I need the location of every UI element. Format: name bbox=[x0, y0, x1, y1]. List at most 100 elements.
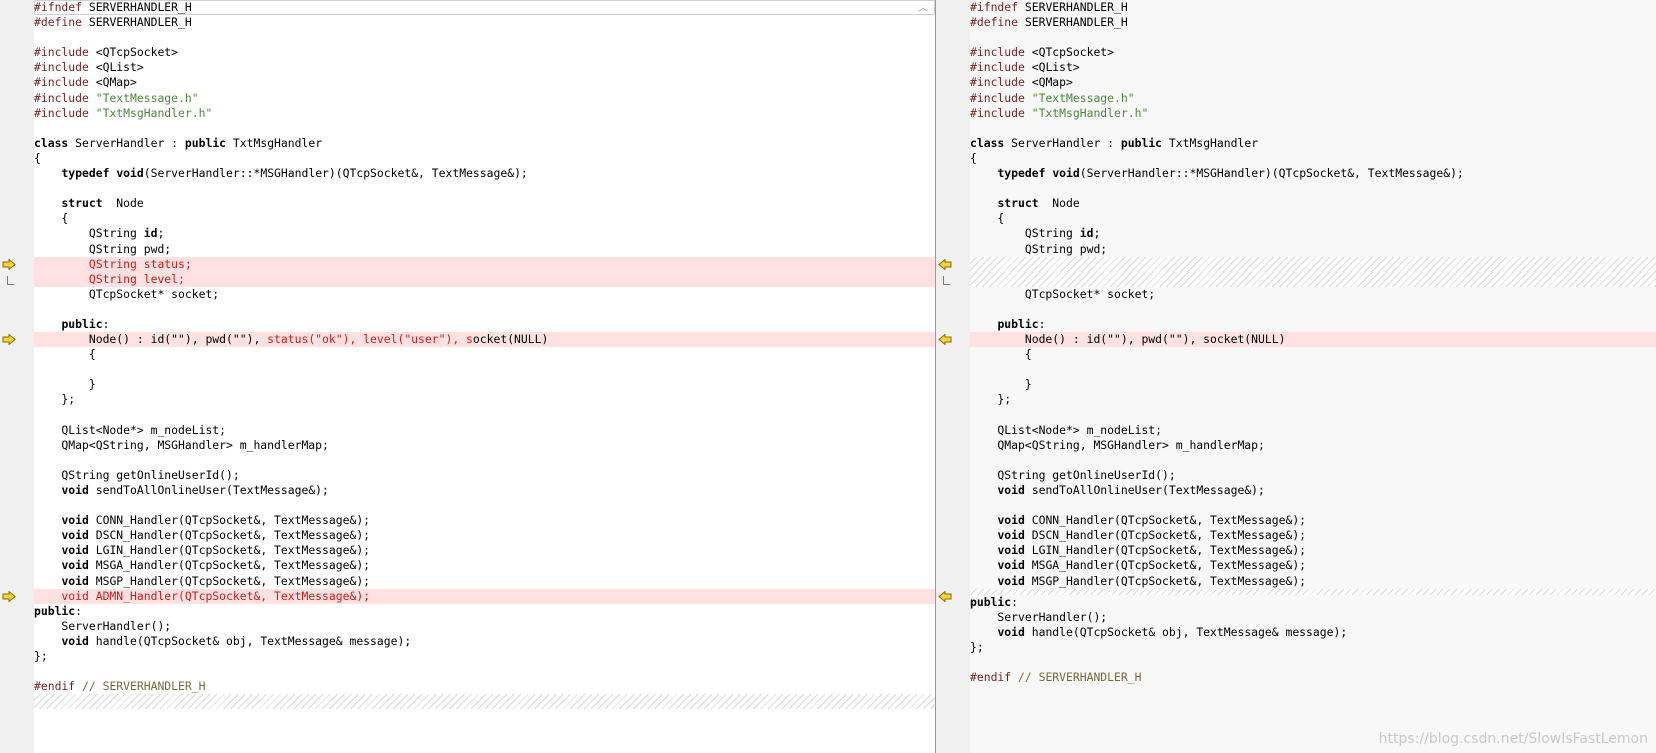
right-code-line[interactable]: public: bbox=[970, 595, 1656, 610]
left-code-line[interactable]: struct Node bbox=[34, 196, 935, 211]
right-code-line[interactable]: #include <QTcpSocket> bbox=[970, 45, 1656, 60]
right-code-line[interactable]: public: bbox=[970, 317, 1656, 332]
right-code-line[interactable]: void CONN_Handler(QTcpSocket&, TextMessa… bbox=[970, 513, 1656, 528]
right-code-line[interactable] bbox=[970, 121, 1656, 136]
left-code-line[interactable]: QString status; bbox=[34, 256, 935, 272]
right-code-line[interactable]: QMap<QString, MSGHandler> m_handlerMap; bbox=[970, 438, 1656, 453]
left-code-line[interactable] bbox=[34, 664, 935, 679]
left-code-view[interactable]: #ifndef SERVERHANDLER_H #define SERVERHAN… bbox=[34, 0, 935, 753]
left-code-line[interactable]: }; bbox=[34, 392, 935, 407]
right-code-line[interactable]: #ifndef SERVERHANDLER_H bbox=[970, 0, 1656, 15]
chevron-up-icon[interactable]: ︿ bbox=[917, 4, 929, 14]
left-code-line[interactable]: ServerHandler(); bbox=[34, 619, 935, 634]
left-code-line[interactable] bbox=[34, 30, 935, 45]
left-code-line[interactable]: #include <QMap> bbox=[34, 75, 935, 90]
right-code-line[interactable]: #include <QList> bbox=[970, 60, 1656, 75]
right-code-line[interactable]: void sendToAllOnlineUser(TextMessage&); bbox=[970, 483, 1656, 498]
left-code-line[interactable]: #include "TxtMsgHandler.h" bbox=[34, 106, 935, 121]
left-code-line[interactable]: { bbox=[34, 211, 935, 226]
left-code-line[interactable]: void MSGA_Handler(QTcpSocket&, TextMessa… bbox=[34, 558, 935, 573]
left-code-line[interactable]: void MSGP_Handler(QTcpSocket&, TextMessa… bbox=[34, 574, 935, 589]
left-diff-pane[interactable]: #ifndef SERVERHANDLER_H #define SERVERHAN… bbox=[0, 0, 935, 753]
left-code-line[interactable]: QMap<QString, MSGHandler> m_handlerMap; bbox=[34, 438, 935, 453]
left-code-line[interactable] bbox=[34, 498, 935, 513]
right-code-line[interactable]: QTcpSocket* socket; bbox=[970, 287, 1656, 302]
left-code-line[interactable]: void LGIN_Handler(QTcpSocket&, TextMessa… bbox=[34, 543, 935, 558]
right-code-line[interactable]: #include "TextMessage.h" bbox=[970, 91, 1656, 106]
left-code-line[interactable]: #define SERVERHANDLER_H bbox=[34, 15, 935, 30]
left-code-line[interactable]: #include "TextMessage.h" bbox=[34, 91, 935, 106]
diff-arrow-right-icon[interactable] bbox=[2, 333, 18, 346]
left-code-line[interactable]: class ServerHandler : public TxtMsgHandl… bbox=[34, 136, 935, 151]
left-code-line[interactable]: }; bbox=[34, 649, 935, 664]
right-code-line[interactable]: Node() : id(""), pwd(""), socket(NULL) bbox=[970, 332, 1656, 348]
right-code-line[interactable] bbox=[970, 408, 1656, 423]
right-code-line[interactable]: typedef void(ServerHandler::*MSGHandler)… bbox=[970, 166, 1656, 181]
right-code-line[interactable]: void handle(QTcpSocket& obj, TextMessage… bbox=[970, 625, 1656, 640]
right-code-line[interactable]: #include "TxtMsgHandler.h" bbox=[970, 106, 1656, 121]
right-code-view[interactable]: #ifndef SERVERHANDLER_H #define SERVERHAN… bbox=[970, 0, 1656, 753]
right-code-line[interactable]: QString getOnlineUserId(); bbox=[970, 468, 1656, 483]
right-code-line[interactable]: #include <QMap> bbox=[970, 75, 1656, 90]
left-code-line[interactable]: #include <QTcpSocket> bbox=[34, 45, 935, 60]
left-code-line[interactable]: { bbox=[34, 347, 935, 362]
left-code-line[interactable]: { bbox=[34, 151, 935, 166]
right-code-line[interactable]: void LGIN_Handler(QTcpSocket&, TextMessa… bbox=[970, 543, 1656, 558]
right-code-line[interactable] bbox=[970, 498, 1656, 513]
left-code-line[interactable]: QString level; bbox=[34, 271, 935, 287]
left-code-line[interactable]: public: bbox=[34, 317, 935, 332]
left-code-line[interactable]: Node() : id(""), pwd(""), status("ok"), … bbox=[34, 332, 935, 348]
left-code-line[interactable]: public: bbox=[34, 604, 935, 619]
left-code-line[interactable]: } bbox=[34, 377, 935, 392]
right-code-line[interactable] bbox=[970, 302, 1656, 317]
right-code-line[interactable] bbox=[970, 181, 1656, 196]
left-code-line[interactable]: void sendToAllOnlineUser(TextMessage&); bbox=[34, 483, 935, 498]
left-code-line[interactable]: #include <QList> bbox=[34, 60, 935, 75]
left-code-line[interactable]: void CONN_Handler(QTcpSocket&, TextMessa… bbox=[34, 513, 935, 528]
left-code-line[interactable] bbox=[34, 408, 935, 423]
right-code-line[interactable]: }; bbox=[970, 640, 1656, 655]
right-code-line[interactable]: { bbox=[970, 151, 1656, 166]
diff-arrow-right-icon[interactable] bbox=[2, 258, 18, 271]
left-code-line[interactable]: QList<Node*> m_nodeList; bbox=[34, 423, 935, 438]
right-code-line[interactable]: ServerHandler(); bbox=[970, 610, 1656, 625]
left-code-line[interactable]: QTcpSocket* socket; bbox=[34, 287, 935, 302]
diff-arrow-left-icon[interactable] bbox=[938, 258, 954, 271]
right-code-line[interactable]: QString pwd; bbox=[970, 242, 1656, 257]
right-code-line[interactable]: { bbox=[970, 347, 1656, 362]
diff-arrow-right-icon[interactable] bbox=[2, 590, 18, 603]
right-code-line[interactable]: void DSCN_Handler(QTcpSocket&, TextMessa… bbox=[970, 528, 1656, 543]
right-code-line[interactable] bbox=[970, 362, 1656, 377]
diff-arrow-left-icon[interactable] bbox=[938, 590, 954, 603]
left-code-line[interactable]: QString id; bbox=[34, 226, 935, 241]
left-code-line[interactable]: #endif // SERVERHANDLER_H bbox=[34, 679, 935, 694]
left-code-line[interactable]: QString getOnlineUserId(); bbox=[34, 468, 935, 483]
right-code-line[interactable] bbox=[970, 256, 1656, 272]
right-code-line[interactable]: void MSGP_Handler(QTcpSocket&, TextMessa… bbox=[970, 574, 1656, 589]
right-code-line[interactable] bbox=[970, 30, 1656, 45]
left-code-line[interactable]: void DSCN_Handler(QTcpSocket&, TextMessa… bbox=[34, 528, 935, 543]
left-code-line[interactable] bbox=[34, 121, 935, 136]
left-code-line[interactable] bbox=[34, 181, 935, 196]
right-diff-pane[interactable]: #ifndef SERVERHANDLER_H #define SERVERHAN… bbox=[936, 0, 1656, 753]
right-code-line[interactable]: { bbox=[970, 211, 1656, 226]
right-code-line[interactable]: }; bbox=[970, 392, 1656, 407]
right-code-line[interactable]: QString id; bbox=[970, 226, 1656, 241]
right-code-line[interactable]: #endif // SERVERHANDLER_H bbox=[970, 670, 1656, 685]
diff-arrow-left-icon[interactable] bbox=[938, 333, 954, 346]
left-code-line[interactable] bbox=[34, 302, 935, 317]
right-code-line[interactable] bbox=[970, 271, 1656, 287]
left-code-line[interactable]: void ADMN_Handler(QTcpSocket&, TextMessa… bbox=[34, 588, 935, 604]
left-code-line[interactable]: QString pwd; bbox=[34, 242, 935, 257]
right-code-line[interactable]: void MSGA_Handler(QTcpSocket&, TextMessa… bbox=[970, 558, 1656, 573]
left-code-line[interactable]: #ifndef SERVERHANDLER_H bbox=[34, 0, 935, 16]
left-code-line[interactable]: typedef void(ServerHandler::*MSGHandler)… bbox=[34, 166, 935, 181]
left-code-line[interactable] bbox=[34, 453, 935, 468]
right-code-line[interactable]: QList<Node*> m_nodeList; bbox=[970, 423, 1656, 438]
right-code-line[interactable] bbox=[970, 453, 1656, 468]
right-code-line[interactable]: struct Node bbox=[970, 196, 1656, 211]
left-code-line[interactable] bbox=[34, 362, 935, 377]
right-code-line[interactable] bbox=[970, 655, 1656, 670]
right-code-line[interactable]: #define SERVERHANDLER_H bbox=[970, 15, 1656, 30]
right-code-line[interactable]: class ServerHandler : public TxtMsgHandl… bbox=[970, 136, 1656, 151]
